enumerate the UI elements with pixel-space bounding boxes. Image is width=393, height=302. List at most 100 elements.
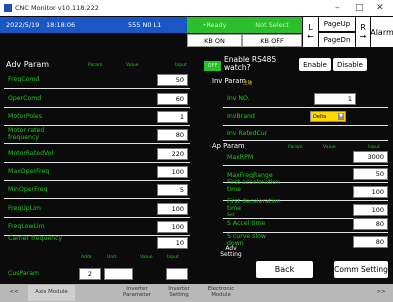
ap-param-input[interactable]: 3000 (353, 151, 388, 163)
divider (223, 165, 388, 166)
inv-brand-label: InvBrand (227, 113, 255, 120)
param-label: OperComd (8, 95, 42, 102)
tab-inverter-parameter[interactable]: Inverter Parameter (117, 285, 157, 301)
page-down-button[interactable]: PageDn (319, 33, 355, 47)
adv-setting-label: Adv Setting (220, 245, 242, 259)
title-bar: CNC Monitor v10.118.222 – □ ✕ (0, 0, 393, 16)
param-input[interactable]: 100 (157, 221, 188, 233)
param-label: FreqComd (8, 76, 40, 83)
enable-button[interactable]: Enable (299, 58, 331, 71)
cus-addr-input[interactable]: 2 (79, 268, 101, 280)
kb-on-button[interactable]: KB ON (187, 34, 242, 47)
bottom-tab-bar: << Axis Module Inverter Parameter Invert… (0, 284, 393, 302)
right-arrow-icon: → (359, 32, 367, 41)
back-button[interactable]: Back (256, 261, 313, 278)
left-nav-label: L (308, 23, 313, 32)
param-input[interactable]: 220 (157, 148, 188, 160)
tab-axis-module[interactable]: Axis Module (28, 285, 75, 301)
param-input[interactable]: 60 (157, 93, 188, 105)
inv-brand-select[interactable]: Delta ▼ (310, 111, 346, 122)
enable-rs485-label: Enable RS485 watch? (224, 55, 277, 72)
ap-param-input[interactable]: 80 (353, 236, 388, 248)
param-label: Carrier frequency (8, 235, 63, 242)
not-select-indicator: Not Select (242, 17, 302, 33)
ap-param-label: MaxRPM (227, 154, 254, 161)
inv-brand-value: Delta (313, 113, 327, 120)
time-display: 18:18:06 (46, 21, 76, 29)
ap-param-note: Set (227, 213, 235, 218)
ap-col-param: Param (288, 145, 303, 150)
cnc-monitor-window: CNC Monitor v10.118.222 – □ ✕ 2022/5/19 … (0, 0, 393, 302)
param-input[interactable]: 5 (157, 184, 188, 196)
disable-button[interactable]: Disable (333, 58, 367, 71)
close-icon[interactable]: ✕ (376, 3, 384, 13)
divider (223, 107, 388, 108)
param-input[interactable]: 100 (157, 203, 188, 215)
ap-col-input: Input (368, 145, 380, 150)
param-input[interactable]: 50 (157, 74, 188, 86)
minimize-icon[interactable]: – (335, 3, 340, 13)
right-nav-button[interactable]: R → (356, 17, 370, 47)
ap-col-value: Value (323, 145, 336, 150)
maximize-icon[interactable]: □ (355, 3, 364, 13)
adv-param-heading: Adv Param (6, 60, 50, 69)
divider (4, 180, 190, 181)
divider (4, 125, 190, 126)
divider (223, 140, 388, 141)
window-title: CNC Monitor v10.118.222 (15, 4, 99, 12)
param-label: MotorRatedVol (8, 150, 54, 157)
page-up-button[interactable]: PageUp (319, 17, 355, 31)
cus-col-addr: Addr (81, 255, 92, 260)
rs485-off-toggle[interactable]: OFF (204, 61, 221, 71)
divider (4, 198, 190, 199)
ap-param-label: First deceleration time (227, 198, 281, 212)
right-nav-label: R (360, 23, 366, 32)
comm-setting-button[interactable]: Comm Setting (334, 261, 388, 278)
divider (4, 162, 190, 163)
alarm-button[interactable]: Alarm (370, 17, 393, 47)
cus-param-label: CusParam (8, 270, 40, 277)
ap-param-label: S Accel time (227, 220, 266, 227)
cus-col-value: Value (140, 255, 153, 260)
kb-off-button[interactable]: KB OFF (242, 34, 302, 47)
machine-id: 555 N0 L1 (128, 21, 162, 29)
adv-col-value: Value (126, 63, 139, 68)
inv-param-heading: Inv Param (212, 77, 247, 85)
back-nav-icon[interactable]: << (2, 285, 26, 301)
left-arrow-icon: ← (307, 32, 314, 41)
param-input[interactable]: 80 (157, 129, 188, 141)
cus-col-unit: Unit (107, 255, 117, 260)
left-nav-button[interactable]: L ← (303, 17, 318, 47)
param-input[interactable]: 100 (157, 166, 188, 178)
ap-param-input[interactable]: 100 (353, 186, 388, 198)
ap-param-input[interactable]: 80 (353, 218, 388, 230)
tab-inverter-setting[interactable]: Inverter Setting (159, 285, 199, 301)
app-icon (4, 4, 12, 12)
cus-col-input: Input (167, 255, 179, 260)
param-input[interactable]: 1 (157, 111, 188, 123)
ap-param-input[interactable]: 100 (353, 204, 388, 216)
inv-no-label: Inv NO. (227, 95, 250, 102)
adv-col-param: Param (88, 63, 103, 68)
inv-no-input[interactable]: 1 (314, 93, 356, 105)
param-input[interactable]: 10 (157, 237, 188, 249)
divider (4, 107, 190, 108)
cus-value-input[interactable] (166, 268, 188, 280)
chevron-down-icon: ▼ (338, 113, 344, 120)
status-bar: 2022/5/19 18:18:06 555 N0 L1 •Ready Not … (0, 17, 393, 47)
param-label: MotorPoles (8, 113, 42, 120)
inv-rated-cur-label: Inv RatedCur (227, 130, 268, 137)
ap-param-label: First acceleration time (227, 179, 281, 193)
cus-unit-input[interactable] (104, 268, 133, 280)
divider (4, 217, 190, 218)
ap-param-input[interactable]: 50 (353, 168, 388, 180)
tab-electronic-module[interactable]: Electronic Module (201, 285, 241, 301)
param-label: MaxOperFreq (8, 168, 50, 175)
tab-blank[interactable] (77, 285, 115, 301)
forward-nav-icon[interactable]: >> (370, 285, 392, 301)
date-display: 2022/5/19 (6, 21, 40, 29)
ap-param-heading: Ap Param (212, 142, 245, 150)
param-label: FreqUpLim (8, 205, 41, 212)
inv-param-subheading: 主轴 (243, 81, 253, 86)
divider (4, 143, 190, 144)
